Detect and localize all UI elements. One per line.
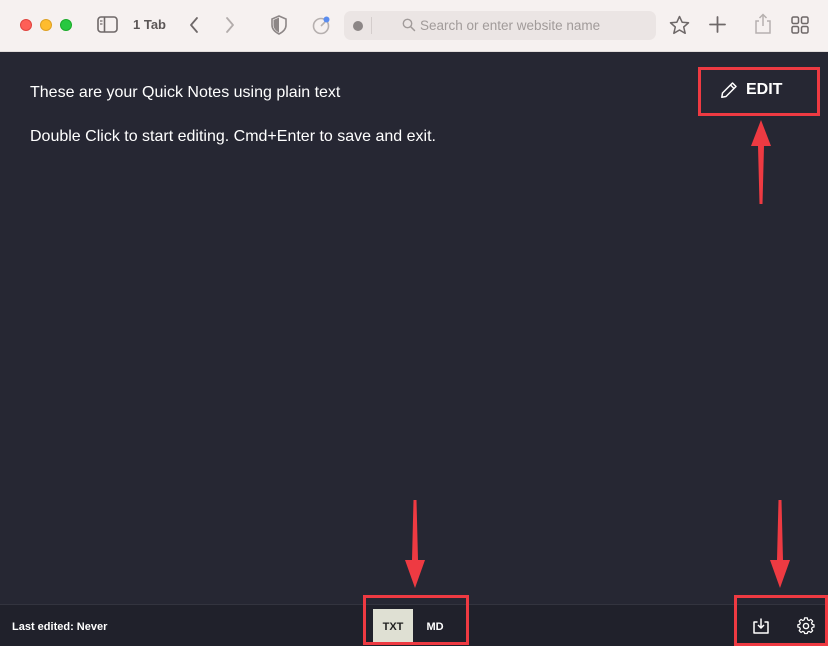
note-text-line[interactable]: Double Click to start editing. Cmd+Enter… bbox=[30, 128, 436, 146]
shield-icon[interactable] bbox=[271, 15, 287, 35]
star-icon[interactable] bbox=[669, 15, 690, 35]
back-chevron-icon[interactable] bbox=[188, 16, 200, 34]
annotation-highlight-box bbox=[734, 595, 828, 646]
note-text-line[interactable]: These are your Quick Notes using plain t… bbox=[30, 84, 340, 102]
annotation-arrow-down bbox=[405, 500, 425, 588]
browser-toolbar: 1 Tab Search or enter website name bbox=[0, 0, 828, 52]
address-bar[interactable]: Search or enter website name bbox=[344, 11, 656, 40]
minimize-window-button[interactable] bbox=[40, 19, 52, 31]
extension-icon[interactable] bbox=[311, 15, 331, 35]
plus-icon[interactable] bbox=[709, 16, 726, 33]
sidebar-icon[interactable] bbox=[97, 16, 118, 33]
tab-count-label[interactable]: 1 Tab bbox=[133, 17, 166, 32]
address-placeholder: Search or enter website name bbox=[420, 18, 601, 33]
annotation-arrow-up bbox=[751, 120, 771, 204]
share-icon[interactable] bbox=[754, 13, 772, 35]
page-status-dot bbox=[353, 21, 363, 31]
close-window-button[interactable] bbox=[20, 19, 32, 31]
address-separator bbox=[371, 17, 372, 34]
annotation-highlight-box bbox=[698, 67, 820, 116]
last-edited-label: Last edited: Never bbox=[12, 621, 108, 633]
annotation-highlight-box bbox=[363, 595, 469, 645]
annotation-arrow-down bbox=[770, 500, 790, 588]
tab-overview-icon[interactable] bbox=[791, 16, 809, 34]
search-icon bbox=[402, 18, 416, 37]
forward-chevron-icon[interactable] bbox=[224, 16, 236, 34]
zoom-window-button[interactable] bbox=[60, 19, 72, 31]
